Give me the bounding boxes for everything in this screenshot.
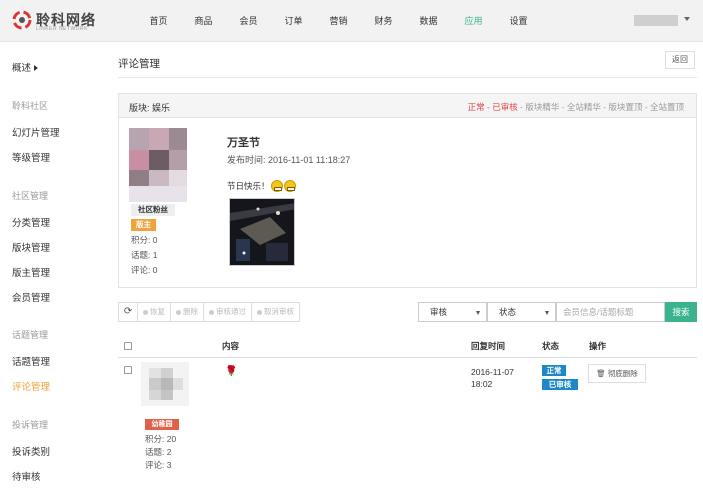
topic-image[interactable]: [229, 198, 295, 266]
review-select[interactable]: 审核: [418, 302, 487, 322]
sidebar-item-comments[interactable]: 评论管理: [12, 379, 50, 393]
select-all-checkbox[interactable]: [124, 342, 132, 350]
search-button[interactable]: 搜索: [665, 302, 697, 322]
user-points: 积分: 20: [145, 434, 177, 444]
radio-icon: [257, 309, 262, 315]
topic-title[interactable]: 万圣节: [227, 134, 260, 150]
sidebar-overview-label: 概述: [12, 63, 32, 74]
topic-body: 节日快乐！: [227, 180, 296, 192]
nav-apps[interactable]: 应用: [455, 0, 492, 42]
grin-emoji-icon: [270, 180, 283, 192]
sidebar-group-topics: 话题管理: [12, 330, 49, 340]
reply-clock: 18:02: [471, 379, 493, 389]
col-reply-time: 回复时间: [471, 341, 506, 351]
action-toolbar: ⟳ 恢复 删除 审核通过 取消审核: [118, 302, 300, 322]
user-topics: 话题: 2: [145, 447, 172, 457]
logo[interactable]: 聆科网络 LINKER NETWORK: [12, 8, 102, 34]
avatar: [129, 128, 187, 202]
sidebar-item-pending-review[interactable]: 待审核: [12, 469, 41, 483]
user-topics: 话题: 1: [131, 250, 158, 260]
trash-icon: 🗑: [596, 369, 606, 378]
approve-button[interactable]: 审核通过: [203, 302, 252, 322]
row-checkbox[interactable]: [124, 366, 132, 374]
col-status: 状态: [542, 341, 560, 351]
top-navbar: 聆科网络 LINKER NETWORK 首页 商品 会员 订单 营销 财务 数据…: [0, 0, 703, 42]
sidebar-group-complaints: 投诉管理: [12, 420, 49, 430]
delete-label: 删除: [183, 307, 198, 316]
divider: [118, 77, 697, 78]
photo-icon: [230, 199, 294, 265]
sidebar-item-boards[interactable]: 版块管理: [12, 240, 50, 254]
sidebar: 概述 聆科社区 幻灯片管理 等级管理 社区管理 分类管理 版块管理 版主管理 会…: [0, 43, 105, 489]
topic-status-line: 正常 - 已审核 - 版块精华 - 全站精华 - 版块置顶 - 全站置顶: [468, 101, 684, 113]
cancel-review-label: 取消审核: [264, 307, 294, 316]
user-rank-tag: 社区粉丝: [131, 204, 175, 216]
status-normal: 正常: [467, 102, 485, 112]
page-title: 评论管理: [118, 58, 160, 70]
refresh-button[interactable]: ⟳: [118, 302, 138, 322]
reply-time: 2016-11-07 18:02: [471, 366, 514, 390]
status-other-flags: 版块精华 - 全站精华 - 版块置顶 - 全站置顶: [525, 102, 684, 112]
radio-icon: [143, 309, 148, 315]
sidebar-item-complaint-types[interactable]: 投诉类别: [12, 444, 50, 458]
user-comments: 评论: 0: [131, 265, 158, 275]
back-button[interactable]: 返回: [665, 51, 695, 69]
reply-date: 2016-11-07: [471, 367, 514, 377]
nav-products[interactable]: 商品: [185, 0, 222, 42]
permanent-delete-button[interactable]: 🗑 彻底删除: [588, 364, 646, 383]
status-badge: 正常: [542, 365, 566, 376]
search-input[interactable]: 会员信息/话题标题: [556, 302, 665, 322]
col-action: 操作: [589, 341, 607, 351]
radio-icon: [176, 309, 181, 315]
restore-button[interactable]: 恢复: [137, 302, 171, 322]
grin-emoji-icon: [283, 180, 296, 192]
permanent-delete-label: 彻底删除: [607, 369, 638, 378]
delete-button[interactable]: 删除: [170, 302, 204, 322]
status-reviewed: 已审核: [492, 102, 518, 112]
board-label: 版块: 娱乐: [129, 103, 171, 113]
nav-settings[interactable]: 设置: [500, 0, 537, 42]
sidebar-item-moderators[interactable]: 版主管理: [12, 265, 50, 279]
cancel-review-button[interactable]: 取消审核: [251, 302, 300, 322]
caret-right-icon: [34, 65, 39, 72]
user-comments: 评论: 3: [145, 460, 172, 470]
sidebar-group-community: 聆科社区: [12, 101, 49, 111]
topic-panel: 版块: 娱乐 正常 - 已审核 - 版块精华 - 全站精华 - 版块置顶 - 全…: [118, 93, 697, 288]
sidebar-item-overview[interactable]: 概述: [12, 60, 39, 74]
user-menu[interactable]: [634, 15, 678, 26]
main-nav: 首页 商品 会员 订单 营销 财务 数据 应用 设置: [140, 0, 537, 42]
sidebar-item-slideshow[interactable]: 幻灯片管理: [12, 125, 60, 139]
sidebar-item-topics[interactable]: 话题管理: [12, 354, 50, 368]
refresh-icon: ⟳: [123, 306, 133, 317]
sidebar-item-categories[interactable]: 分类管理: [12, 215, 50, 229]
nav-orders[interactable]: 订单: [275, 0, 312, 42]
topic-publish-time: 发布时间: 2016-11-01 11:18:27: [227, 155, 351, 165]
nav-members[interactable]: 会员: [230, 0, 267, 42]
col-content: 内容: [222, 341, 240, 351]
nav-data[interactable]: 数据: [410, 0, 447, 42]
sidebar-item-levels[interactable]: 等级管理: [12, 150, 50, 164]
logo-icon: [12, 10, 32, 30]
rose-emoji-icon: 🌹: [225, 366, 238, 377]
moderator-badge: 版主: [131, 219, 156, 231]
status-badge: 已审核: [542, 379, 578, 390]
sidebar-group-community-admin: 社区管理: [12, 191, 49, 201]
radio-icon: [209, 309, 214, 315]
table-header: 内容 回复时间 状态 操作: [118, 336, 697, 358]
logo-subtitle: LINKER NETWORK: [36, 26, 89, 32]
nav-finance[interactable]: 财务: [365, 0, 402, 42]
user-rank-tag: 幼稚园: [145, 419, 179, 430]
avatar: [141, 362, 189, 406]
nav-marketing[interactable]: 营销: [320, 0, 357, 42]
user-points: 积分: 0: [131, 235, 158, 245]
restore-label: 恢复: [150, 307, 165, 316]
sidebar-item-members[interactable]: 会员管理: [12, 290, 50, 304]
nav-home[interactable]: 首页: [140, 0, 177, 42]
approve-label: 审核通过: [216, 307, 246, 316]
topic-text: 节日快乐！: [227, 181, 270, 191]
chevron-down-icon[interactable]: [684, 17, 690, 21]
status-select[interactable]: 状态: [487, 302, 556, 322]
topic-panel-header: 版块: 娱乐 正常 - 已审核 - 版块精华 - 全站精华 - 版块置顶 - 全…: [119, 94, 696, 118]
